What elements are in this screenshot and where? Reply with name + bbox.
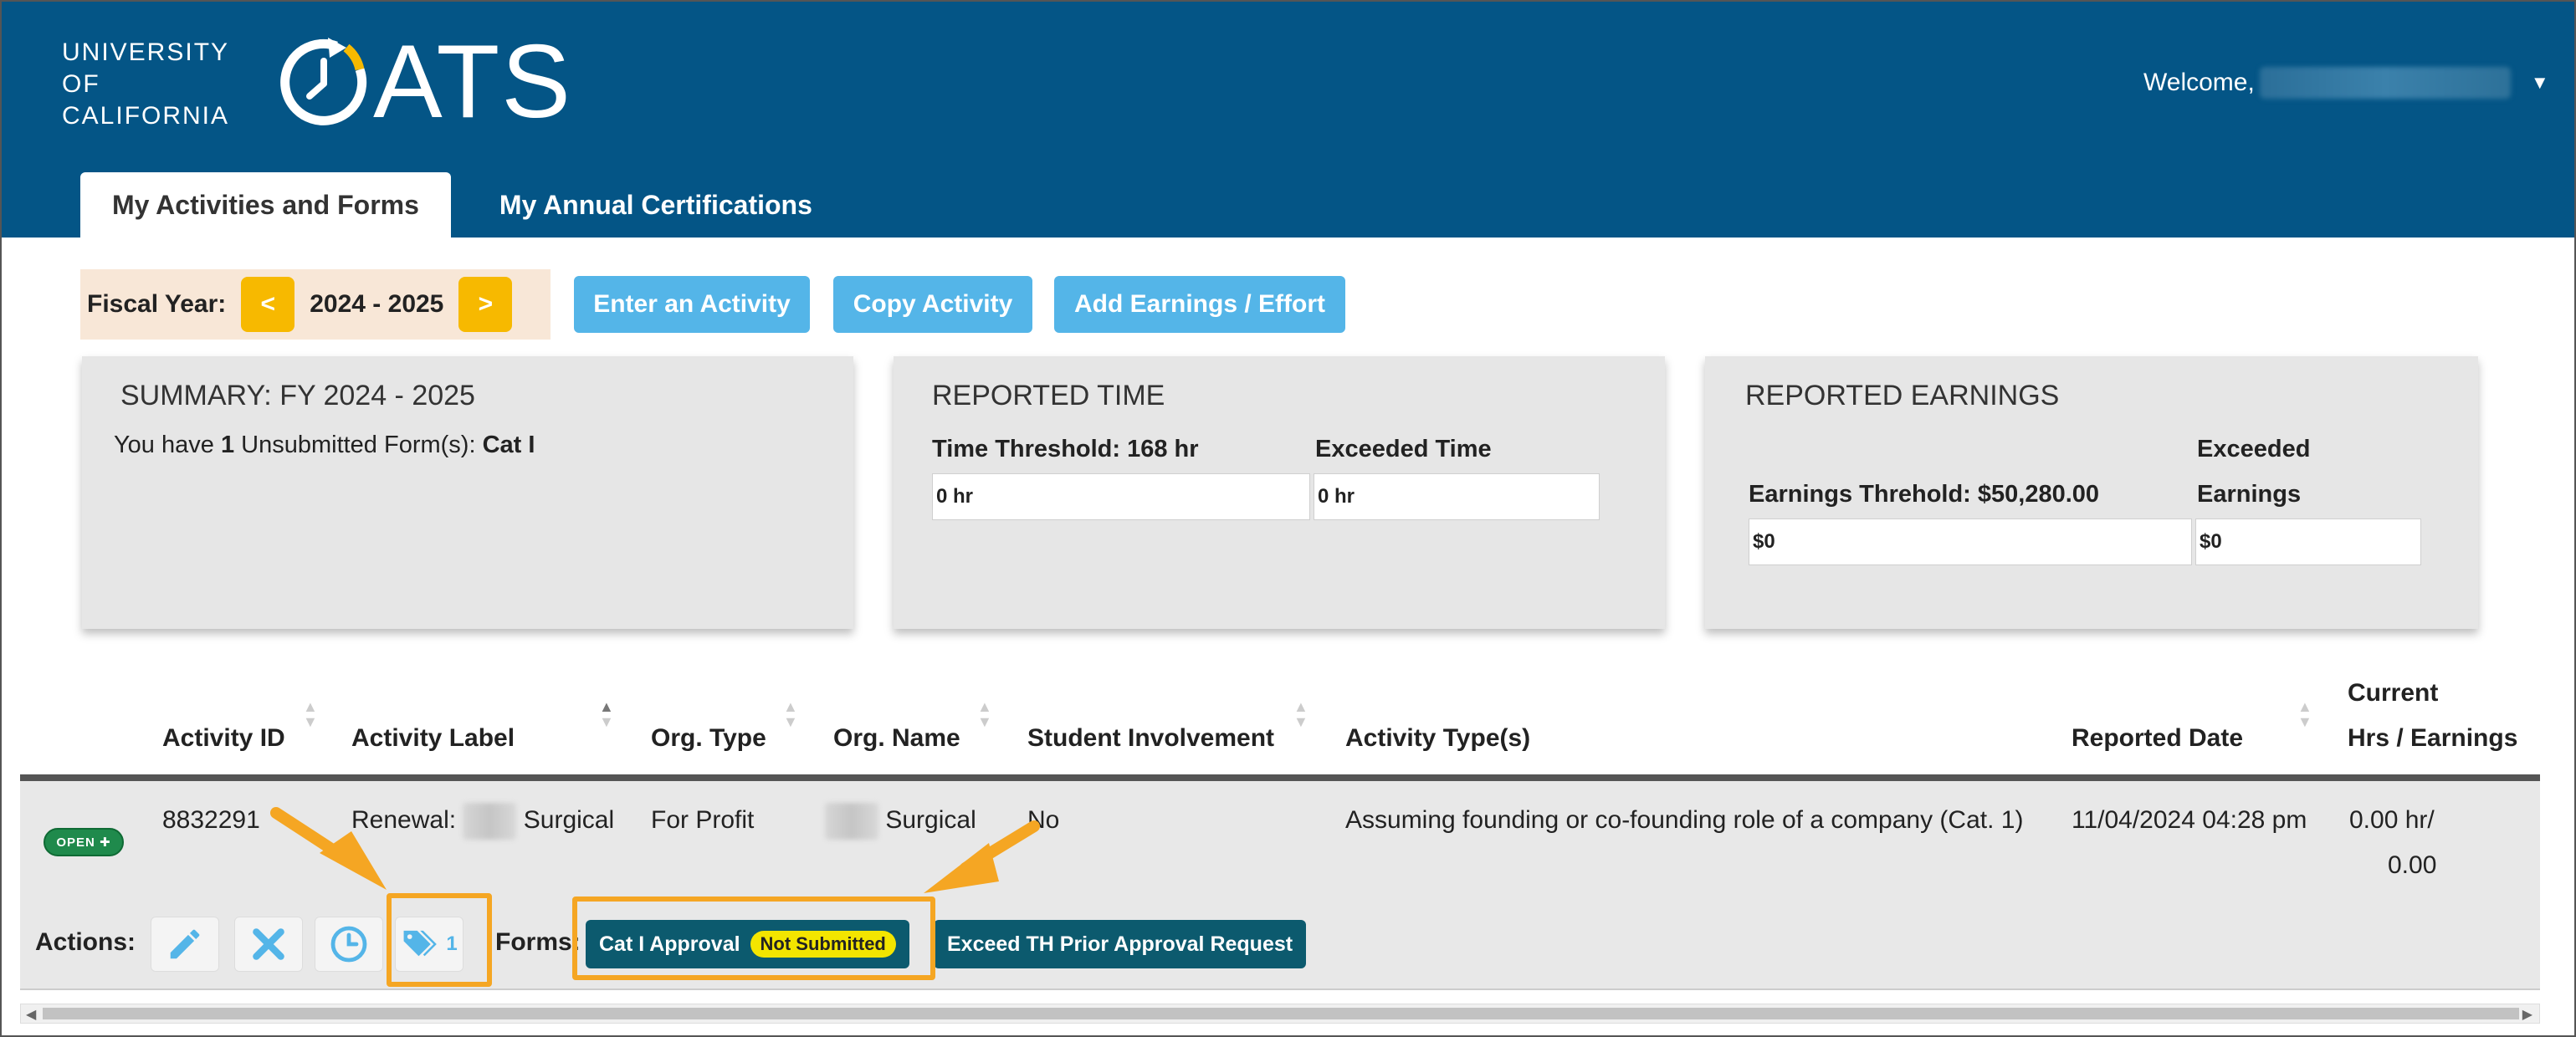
arrow-head-icon xyxy=(924,843,999,893)
annotation-arrows xyxy=(270,807,1040,893)
scroll-left-icon[interactable]: ◀ xyxy=(26,1006,36,1023)
scroll-right-icon[interactable]: ▶ xyxy=(2522,1006,2532,1023)
scrollbar-thumb[interactable] xyxy=(43,1008,2519,1019)
arrow-head-icon xyxy=(320,831,387,890)
app-window: UNIVERSITY OF CALIFORNIA ATS Welcome, ▼ … xyxy=(0,0,2576,1037)
horizontal-scrollbar[interactable]: ◀ ▶ xyxy=(20,1004,2540,1024)
